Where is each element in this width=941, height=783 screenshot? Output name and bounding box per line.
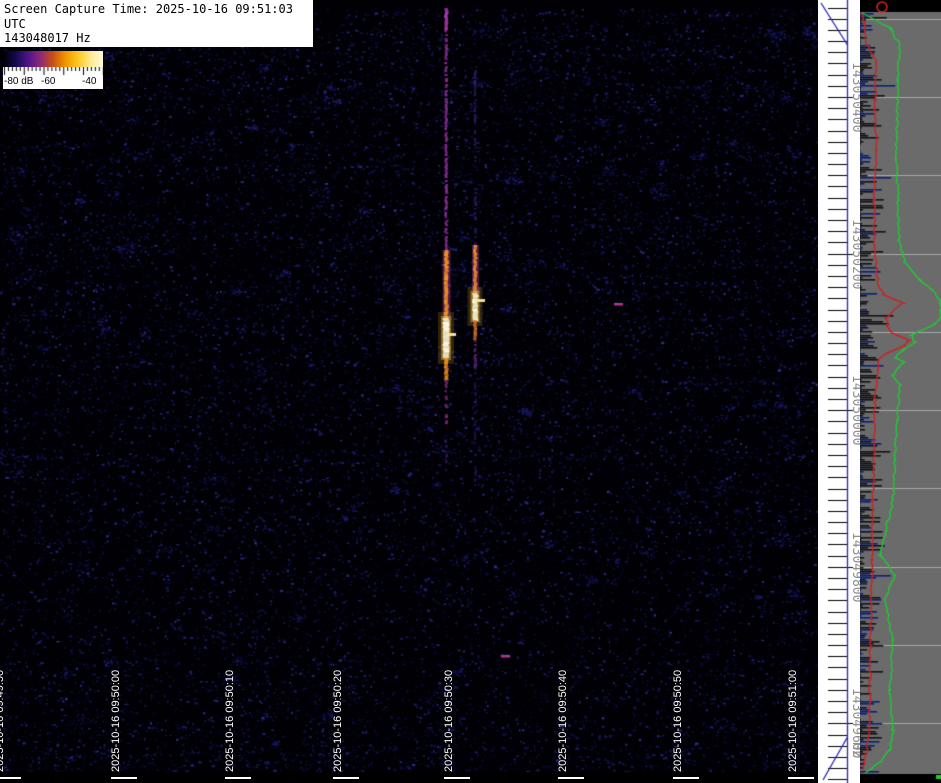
capture-info-box: Screen Capture Time: 2025-10-16 09:51:03… bbox=[0, 0, 313, 60]
spectrogram-app: 2025-10-16 09:49:50 2025-10-16 09:50:00 20… bbox=[0, 0, 941, 783]
capture-time-text: Screen Capture Time: 2025-10-16 09:51:03… bbox=[4, 2, 293, 31]
center-frequency-text: 143048017 Hz bbox=[4, 31, 91, 45]
colorbar-ticks bbox=[3, 67, 103, 76]
colorbar-gradient bbox=[3, 51, 103, 67]
colorbar-label-mid: -60 bbox=[41, 76, 56, 87]
waterfall-canvas bbox=[0, 0, 818, 783]
spectrum-panel-canvas bbox=[860, 0, 941, 783]
colorbar-label-max: -40 bbox=[82, 76, 97, 87]
colorbar-label-min: -80 dB bbox=[4, 76, 34, 87]
colorbar-labels: -80 dB -60 -40 bbox=[3, 76, 103, 89]
intensity-colorbar: -80 dB -60 -40 bbox=[3, 51, 103, 89]
frequency-ruler: 143050400 143050200 143050000 143049800 1430… bbox=[818, 0, 864, 783]
